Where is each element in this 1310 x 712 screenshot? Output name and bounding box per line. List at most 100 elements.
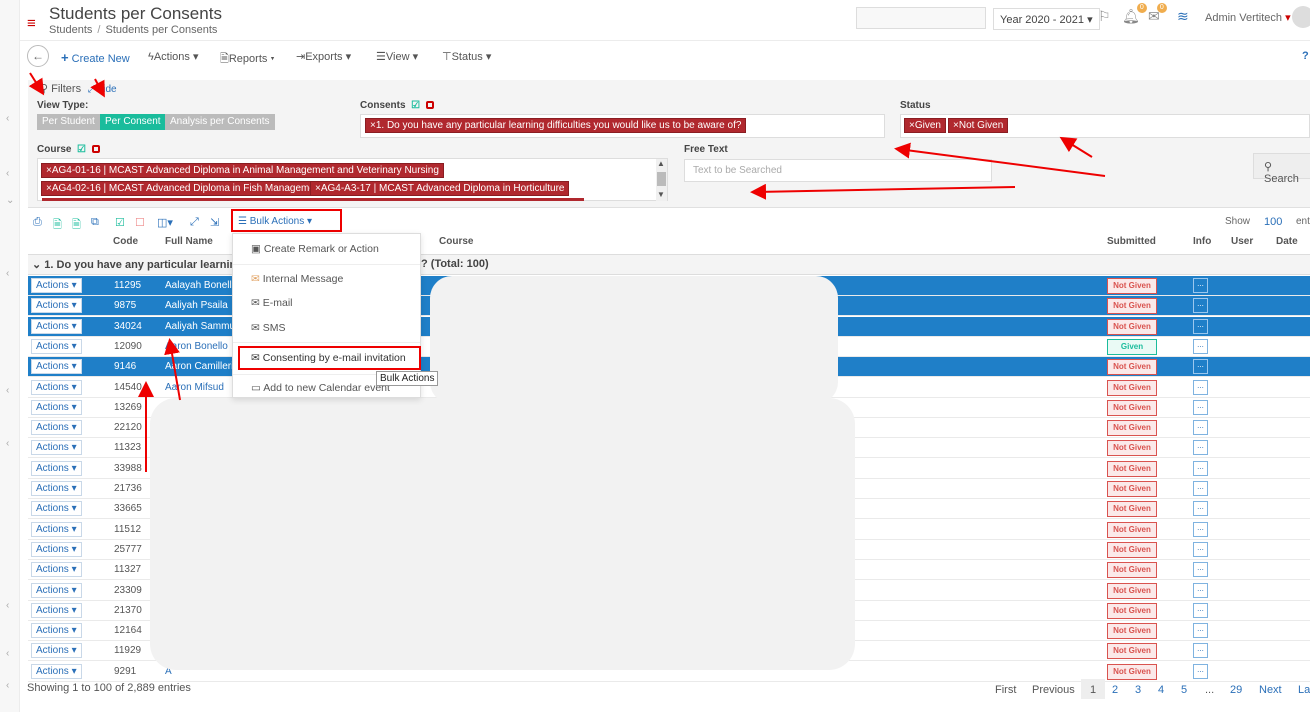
row-info-button[interactable]: ...: [1193, 643, 1208, 659]
row-actions-button[interactable]: Actions ▾: [31, 481, 82, 496]
flag-icon[interactable]: ⚐: [1098, 8, 1111, 25]
chevron-left-icon[interactable]: ‹: [6, 648, 9, 659]
deselect-rows-icon[interactable]: ☐: [135, 216, 145, 229]
row-info-button[interactable]: ...: [1193, 278, 1208, 293]
header-search-input[interactable]: [856, 7, 986, 29]
status-tag-given[interactable]: ×Given: [904, 118, 946, 133]
row-full-name[interactable]: Aaliyah Psaila: [165, 300, 228, 311]
course-tag[interactable]: ×AG4-01-16 | MCAST Advanced Diploma in A…: [41, 163, 444, 178]
excel-icon[interactable]: 🗎: [53, 216, 62, 235]
chevron-left-icon[interactable]: ‹: [6, 438, 9, 449]
pagination-page[interactable]: 1: [1090, 684, 1096, 696]
pagination-last[interactable]: La: [1298, 684, 1310, 696]
layers-icon[interactable]: ≋: [1177, 8, 1189, 25]
pagination-next[interactable]: Next: [1259, 684, 1282, 696]
column-header-code[interactable]: Code: [113, 236, 138, 247]
row-info-button[interactable]: ...: [1193, 359, 1208, 375]
row-actions-button[interactable]: Actions ▾: [31, 643, 82, 659]
row-actions-button[interactable]: Actions ▾: [31, 460, 82, 476]
row-info-button[interactable]: ...: [1193, 602, 1208, 618]
select-all-rows-icon[interactable]: ☑: [115, 216, 125, 229]
menu-item-add-calendar-event[interactable]: ▭ Add to new Calendar event: [251, 382, 390, 394]
clear-all-icon[interactable]: [425, 101, 434, 110]
column-header-submitted[interactable]: Submitted: [1107, 236, 1156, 247]
column-header-user[interactable]: User: [1231, 236, 1253, 247]
row-info-button[interactable]: ...: [1193, 582, 1208, 598]
course-tag[interactable]: ×AG4-A3-17 | MCAST Advanced Diploma in H…: [310, 181, 570, 196]
actions-menu-button[interactable]: ϟActions ▾: [148, 50, 199, 63]
menu-item-sms[interactable]: ✉ SMS: [251, 322, 286, 334]
row-info-button[interactable]: ...: [1193, 562, 1208, 578]
pagination-first[interactable]: First: [995, 684, 1016, 696]
help-button[interactable]: ?: [1302, 50, 1309, 62]
menu-item-email[interactable]: ✉ E-mail: [251, 297, 293, 309]
row-info-button[interactable]: ...: [1193, 420, 1208, 436]
csv-icon[interactable]: 🗎: [72, 216, 81, 235]
row-info-button[interactable]: ...: [1193, 399, 1208, 415]
row-actions-button[interactable]: Actions ▾: [31, 582, 82, 598]
view-menu-button[interactable]: ☰View ▾: [376, 50, 418, 63]
view-type-analysis[interactable]: Analysis per Consents: [165, 114, 275, 130]
chevron-left-icon[interactable]: ‹: [6, 385, 9, 396]
chevron-left-icon[interactable]: ‹: [6, 680, 9, 691]
pagination-page[interactable]: 2: [1112, 684, 1118, 696]
status-tag-not-given[interactable]: ×Not Given: [948, 118, 1009, 133]
row-actions-button[interactable]: Actions ▾: [31, 359, 82, 375]
pagination-page[interactable]: 29: [1230, 684, 1242, 696]
column-header-date[interactable]: Date: [1276, 236, 1298, 247]
row-actions-button[interactable]: Actions ▾: [31, 663, 82, 679]
reports-menu-button[interactable]: 🗎Reports ▾: [220, 50, 275, 69]
pagination-previous[interactable]: Previous: [1032, 684, 1075, 696]
row-actions-button[interactable]: Actions ▾: [31, 562, 82, 578]
row-full-name[interactable]: Aaron Bonello: [165, 341, 228, 352]
row-actions-button[interactable]: Actions ▾: [31, 501, 82, 517]
row-info-button[interactable]: ...: [1193, 298, 1208, 314]
chevron-down-icon[interactable]: ⌄: [6, 195, 14, 206]
row-info-button[interactable]: ...: [1193, 541, 1208, 557]
row-actions-button[interactable]: Actions ▾: [31, 541, 82, 557]
page-length-select[interactable]: 100: [1264, 216, 1282, 228]
pagination-page[interactable]: 3: [1135, 684, 1141, 696]
print-icon[interactable]: ⎙: [33, 216, 42, 229]
row-actions-button[interactable]: Actions ▾: [31, 298, 82, 314]
search-button[interactable]: ⚲ Search: [1253, 153, 1310, 185]
row-full-name[interactable]: Aalayah Bonell: [165, 280, 232, 291]
column-header-course[interactable]: Course: [439, 236, 473, 247]
exports-menu-button[interactable]: ⇥Exports ▾: [296, 50, 351, 63]
copy-icon[interactable]: ⧉: [91, 216, 99, 229]
select-all-icon[interactable]: ☑: [77, 144, 86, 155]
breadcrumb-item[interactable]: Students: [49, 24, 92, 36]
view-type-per-consent[interactable]: Per Consent: [100, 114, 166, 130]
course-tag[interactable]: ×AG4-02-16 | MCAST Advanced Diploma in F…: [41, 181, 329, 196]
row-info-button[interactable]: ...: [1193, 440, 1208, 456]
scroll-down-icon[interactable]: ▼: [657, 190, 665, 199]
row-actions-button[interactable]: Actions ▾: [31, 623, 82, 639]
consent-tag[interactable]: ×1. Do you have any particular learning …: [365, 118, 747, 133]
scroll-up-icon[interactable]: ▲: [657, 159, 665, 168]
row-full-name[interactable]: Aaliyah Sammut: [165, 321, 238, 332]
filters-toggle[interactable]: ⚲ Filters: [40, 82, 81, 95]
menu-item-internal-message[interactable]: ✉ Internal Message: [251, 273, 343, 285]
compress-icon[interactable]: ⇲: [210, 216, 219, 229]
chevron-left-icon[interactable]: ‹: [6, 600, 9, 611]
row-full-name[interactable]: Aaron Mifsud: [165, 382, 224, 393]
create-new-button[interactable]: + Create New: [61, 50, 130, 65]
chevron-left-icon[interactable]: ‹: [6, 113, 9, 124]
row-actions-button[interactable]: Actions ▾: [31, 521, 82, 537]
row-info-button[interactable]: ...: [1193, 338, 1208, 354]
hide-filters-button[interactable]: ⤢Hide: [88, 84, 117, 95]
row-info-button[interactable]: ...: [1193, 663, 1208, 679]
free-text-input[interactable]: Text to be Searched: [684, 159, 992, 182]
row-actions-button[interactable]: Actions ▾: [31, 379, 82, 395]
row-actions-button[interactable]: Actions ▾: [31, 440, 82, 456]
status-menu-button[interactable]: ⊤Status ▾: [442, 50, 491, 63]
group-header[interactable]: ⌄ 1. Do you have any particular learning…: [32, 258, 259, 271]
menu-item-create-remark[interactable]: ▣ Create Remark or Action: [251, 243, 379, 255]
back-button[interactable]: ←: [27, 45, 49, 67]
row-info-button[interactable]: ...: [1193, 623, 1208, 639]
row-info-button[interactable]: ...: [1193, 318, 1208, 334]
expand-icon[interactable]: ⤢: [190, 216, 199, 229]
row-actions-button[interactable]: Actions ▾: [31, 399, 82, 415]
row-actions-button[interactable]: Actions ▾: [31, 420, 82, 436]
column-header-info[interactable]: Info: [1193, 236, 1211, 247]
